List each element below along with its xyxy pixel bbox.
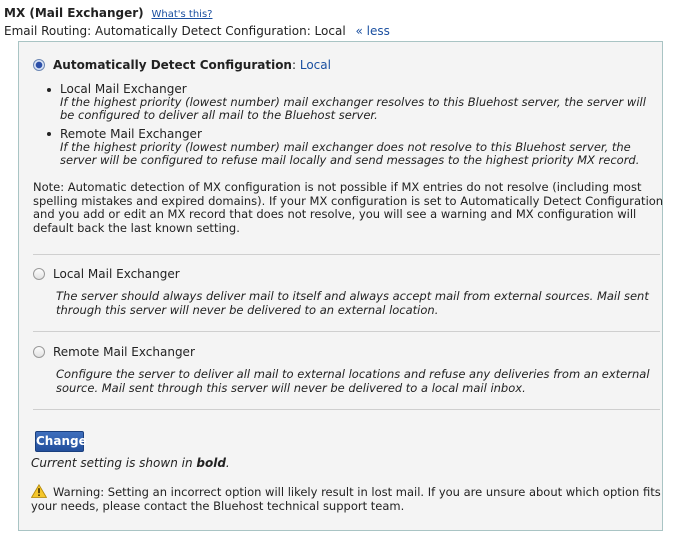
auto-sub-remote-title: Remote Mail Exchanger	[60, 127, 202, 141]
bullet-icon	[47, 132, 51, 136]
radio-local[interactable]	[33, 268, 45, 280]
option-local-label[interactable]: Local Mail Exchanger	[53, 267, 180, 281]
option-divider	[33, 331, 660, 332]
auto-sub-local-desc: If the highest priority (lowest number) …	[60, 95, 646, 122]
warning-message: Warning: Setting an incorrect option wil…	[31, 485, 661, 513]
option-divider	[33, 409, 660, 410]
current-setting-hint: Current setting is shown in bold.	[31, 456, 230, 470]
auto-sub-local-title: Local Mail Exchanger	[60, 82, 187, 96]
auto-detect-label-text: Automatically Detect Configuration	[53, 58, 292, 72]
bullet-icon	[47, 88, 51, 92]
radio-remote[interactable]	[33, 346, 45, 358]
mx-config-panel: Automatically Detect Configuration: Loca…	[18, 41, 663, 531]
change-button[interactable]: Change	[35, 431, 87, 452]
less-toggle-link[interactable]: « less	[355, 24, 389, 38]
current-setting-suffix: .	[225, 456, 230, 470]
option-divider	[33, 254, 660, 255]
current-setting-prefix: Current setting is shown in	[31, 456, 197, 470]
email-routing-label: Email Routing:	[4, 24, 92, 38]
email-routing-status: Email Routing: Automatically Detect Conf…	[4, 24, 390, 38]
section-header: MX (Mail Exchanger) What's this?	[4, 6, 212, 20]
current-setting-bold: bold	[196, 456, 226, 470]
auto-detect-value: Local	[299, 58, 331, 72]
section-title: MX (Mail Exchanger)	[4, 6, 144, 20]
option-remote-desc: Configure the server to deliver all mail…	[56, 367, 650, 395]
option-local-desc: The server should always deliver mail to…	[56, 289, 649, 317]
option-remote-label[interactable]: Remote Mail Exchanger	[53, 345, 195, 359]
whats-this-link[interactable]: What's this?	[152, 9, 213, 20]
auto-detect-note: Note: Automatic detection of MX configur…	[33, 180, 664, 235]
radio-auto-detect[interactable]	[33, 59, 45, 71]
option-auto-detect-label[interactable]: Automatically Detect Configuration: Loca…	[53, 58, 331, 72]
auto-sub-remote-desc: If the highest priority (lowest number) …	[60, 140, 640, 167]
email-routing-value: Automatically Detect Configuration: Loca…	[95, 24, 346, 38]
auto-detect-separator: :	[291, 58, 300, 72]
